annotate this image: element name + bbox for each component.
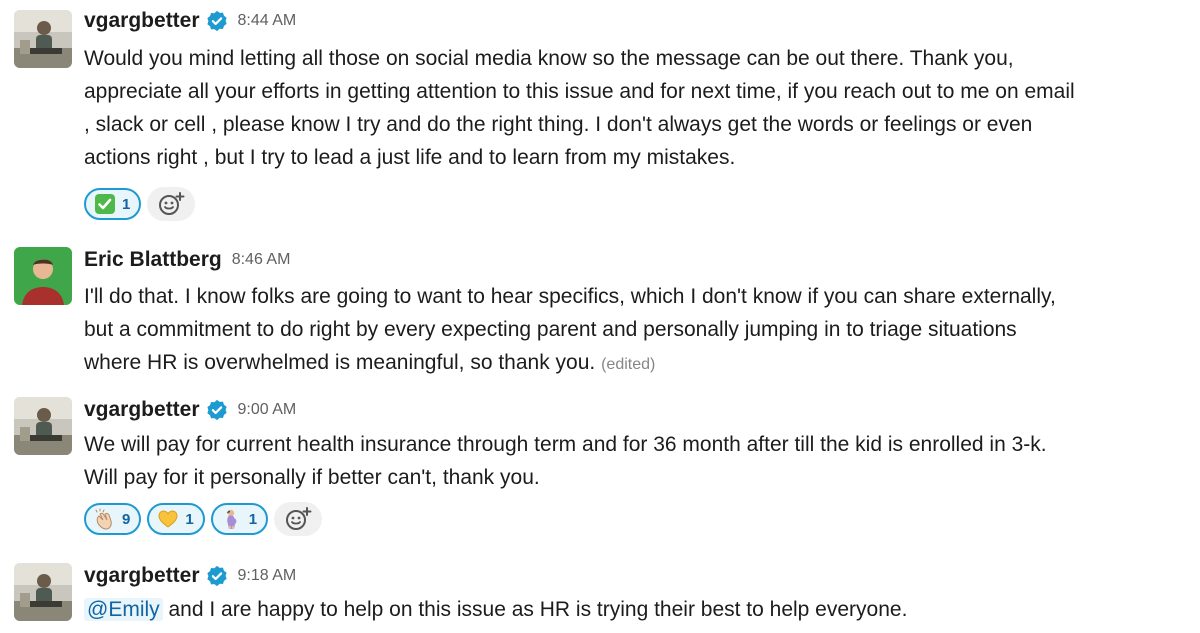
message-line: I'll do that. I know folks are going to … <box>84 285 1056 308</box>
message-line: Would you mind letting all those on soci… <box>84 47 1014 70</box>
pregnant-person-icon <box>221 508 243 530</box>
add-reaction-button[interactable] <box>274 502 323 536</box>
message-line: actions right , but I try to lead a just… <box>84 146 736 169</box>
message-line: We will pay for current health insurance… <box>84 433 1047 456</box>
reactions-bar: 1 <box>84 185 196 223</box>
edited-label: (edited) <box>601 356 656 373</box>
message-line: where HR is overwhelmed is meaningful, s… <box>84 346 1196 379</box>
avatar-vgargbetter[interactable] <box>14 10 72 68</box>
mention-link[interactable]: @Emily <box>84 598 163 621</box>
message-body: Would you mind letting all those on soci… <box>84 42 1196 174</box>
reaction-count: 1 <box>248 510 258 528</box>
reaction-count: 1 <box>122 195 131 213</box>
timestamp[interactable]: 9:18 AM <box>238 567 297 585</box>
message-line: appreciate all your efforts in getting a… <box>84 80 1075 103</box>
message-text: where HR is overwhelmed is meaningful, s… <box>84 351 596 374</box>
avatar-eric-blattberg[interactable] <box>14 247 72 305</box>
author-name[interactable]: vgargbetter <box>84 9 200 33</box>
avatar-vgargbetter[interactable] <box>14 397 72 455</box>
reaction-count: 9 <box>122 510 131 528</box>
clapping-hands-icon <box>94 508 116 530</box>
yellow-heart-icon <box>157 508 179 530</box>
message-body: I'll do that. I know folks are going to … <box>84 280 1196 379</box>
message-line: but a commitment to do right by every ex… <box>84 318 1017 341</box>
verified-badge-icon <box>206 10 228 32</box>
verified-badge-icon <box>206 565 228 587</box>
timestamp[interactable]: 8:44 AM <box>238 12 297 30</box>
reaction-clapping-hands[interactable]: 9 <box>84 503 142 535</box>
author-name[interactable]: Eric Blattberg <box>84 248 222 272</box>
add-reaction-icon <box>157 191 185 217</box>
message-body: We will pay for current health insurance… <box>84 428 1196 494</box>
white-check-mark-icon <box>94 193 116 215</box>
reaction-yellow-heart[interactable]: 1 <box>147 503 205 535</box>
message-line: , slack or cell , please know I try and … <box>84 113 1033 136</box>
add-reaction-button[interactable] <box>147 187 196 221</box>
author-name[interactable]: vgargbetter <box>84 398 200 422</box>
reaction-pregnant-person[interactable]: 1 <box>210 503 269 535</box>
reactions-bar: 9 1 1 <box>84 500 323 538</box>
author-name[interactable]: vgargbetter <box>84 564 200 588</box>
message-line: @Emily and I are happy to help on this i… <box>84 593 1196 626</box>
timestamp[interactable]: 8:46 AM <box>232 251 291 269</box>
message-text: and I are happy to help on this issue as… <box>162 598 908 621</box>
reaction-white-check-mark[interactable]: 1 <box>84 188 142 220</box>
reaction-count: 1 <box>185 510 194 528</box>
verified-badge-icon <box>206 399 228 421</box>
add-reaction-icon <box>284 506 312 532</box>
message-line: Will pay for it personally if better can… <box>84 466 540 489</box>
timestamp[interactable]: 9:00 AM <box>238 401 297 419</box>
message-body: @Emily and I are happy to help on this i… <box>84 593 1196 626</box>
avatar-vgargbetter[interactable] <box>14 563 72 621</box>
